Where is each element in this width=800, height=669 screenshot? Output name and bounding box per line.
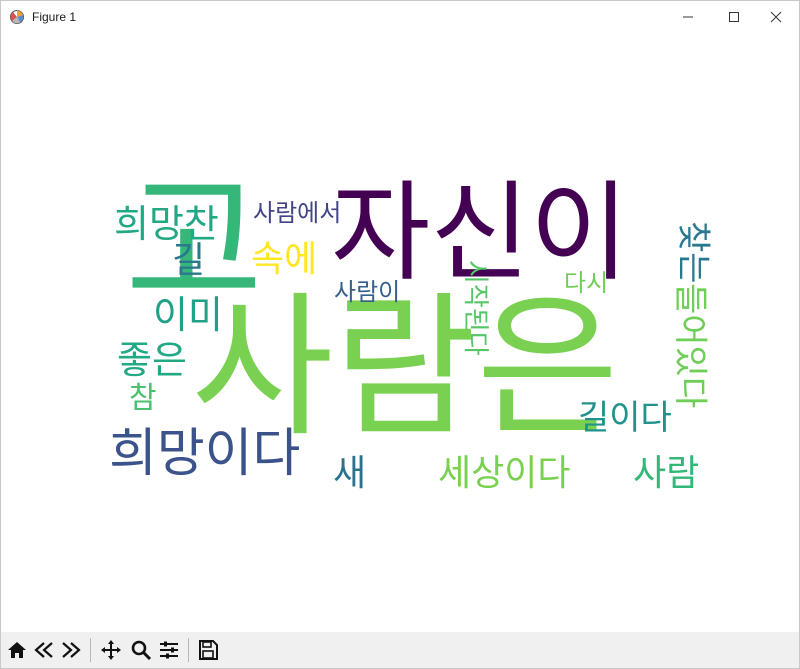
subplots-button[interactable]: [157, 638, 181, 662]
close-button[interactable]: [753, 1, 799, 33]
zoom-icon: [131, 640, 152, 661]
word-imi: 이미: [153, 293, 223, 337]
word-sijakdoenda: 시작된다: [460, 260, 490, 356]
word-sarameseo: 사람에서: [253, 199, 341, 227]
word-joeun: 좋은: [117, 338, 187, 382]
minimize-button[interactable]: [665, 1, 711, 33]
close-icon: [770, 11, 782, 23]
window-title: Figure 1: [32, 10, 77, 24]
title-bar[interactable]: Figure 1: [1, 1, 799, 33]
word-dasi: 다시: [564, 269, 608, 297]
toolbar-separator: [90, 638, 91, 662]
word-sarami: 사람이: [334, 278, 400, 306]
maximize-icon: [729, 12, 739, 22]
minimize-icon: [683, 16, 693, 18]
word-huimangida: 희망이다: [109, 424, 300, 484]
word-sesangida: 세상이다: [438, 453, 570, 494]
forward-button[interactable]: [59, 638, 83, 662]
word-sae: 새: [333, 453, 366, 494]
pan-icon: [101, 640, 121, 660]
word-soge: 속에: [251, 239, 317, 280]
save-button[interactable]: [196, 638, 220, 662]
zoom-button[interactable]: [129, 638, 153, 662]
back-button[interactable]: [32, 638, 56, 662]
word-gil: 길: [172, 240, 205, 281]
back-icon: [34, 642, 53, 658]
maximize-button[interactable]: [711, 1, 757, 33]
word-deureoitda: 들어있다: [670, 283, 710, 408]
word-cham: 참: [129, 381, 157, 416]
save-icon: [199, 640, 218, 660]
word-chatneun: 찾는: [673, 221, 713, 284]
home-button[interactable]: [5, 638, 29, 662]
wordcloud-plot: 고 자신이 사람은 희망찬 사람에서 길 속에 사람이 시작된다 다시 찾는 이…: [109, 157, 713, 494]
forward-icon: [62, 642, 81, 658]
home-icon: [8, 642, 26, 658]
figure-window: Figure 1 고 자신이 사람은 희망찬 사람에서 길 속에 사람이 시작된…: [0, 0, 800, 669]
toolbar-separator: [188, 638, 189, 662]
word-girida: 길이다: [578, 398, 672, 438]
figure-canvas[interactable]: 고 자신이 사람은 희망찬 사람에서 길 속에 사람이 시작된다 다시 찾는 이…: [1, 33, 799, 632]
pan-button[interactable]: [99, 638, 123, 662]
navigation-toolbar: [1, 632, 799, 668]
word-saram: 사람: [633, 453, 699, 494]
subplots-icon: [160, 641, 178, 659]
matplotlib-figure-icon: [9, 9, 25, 25]
